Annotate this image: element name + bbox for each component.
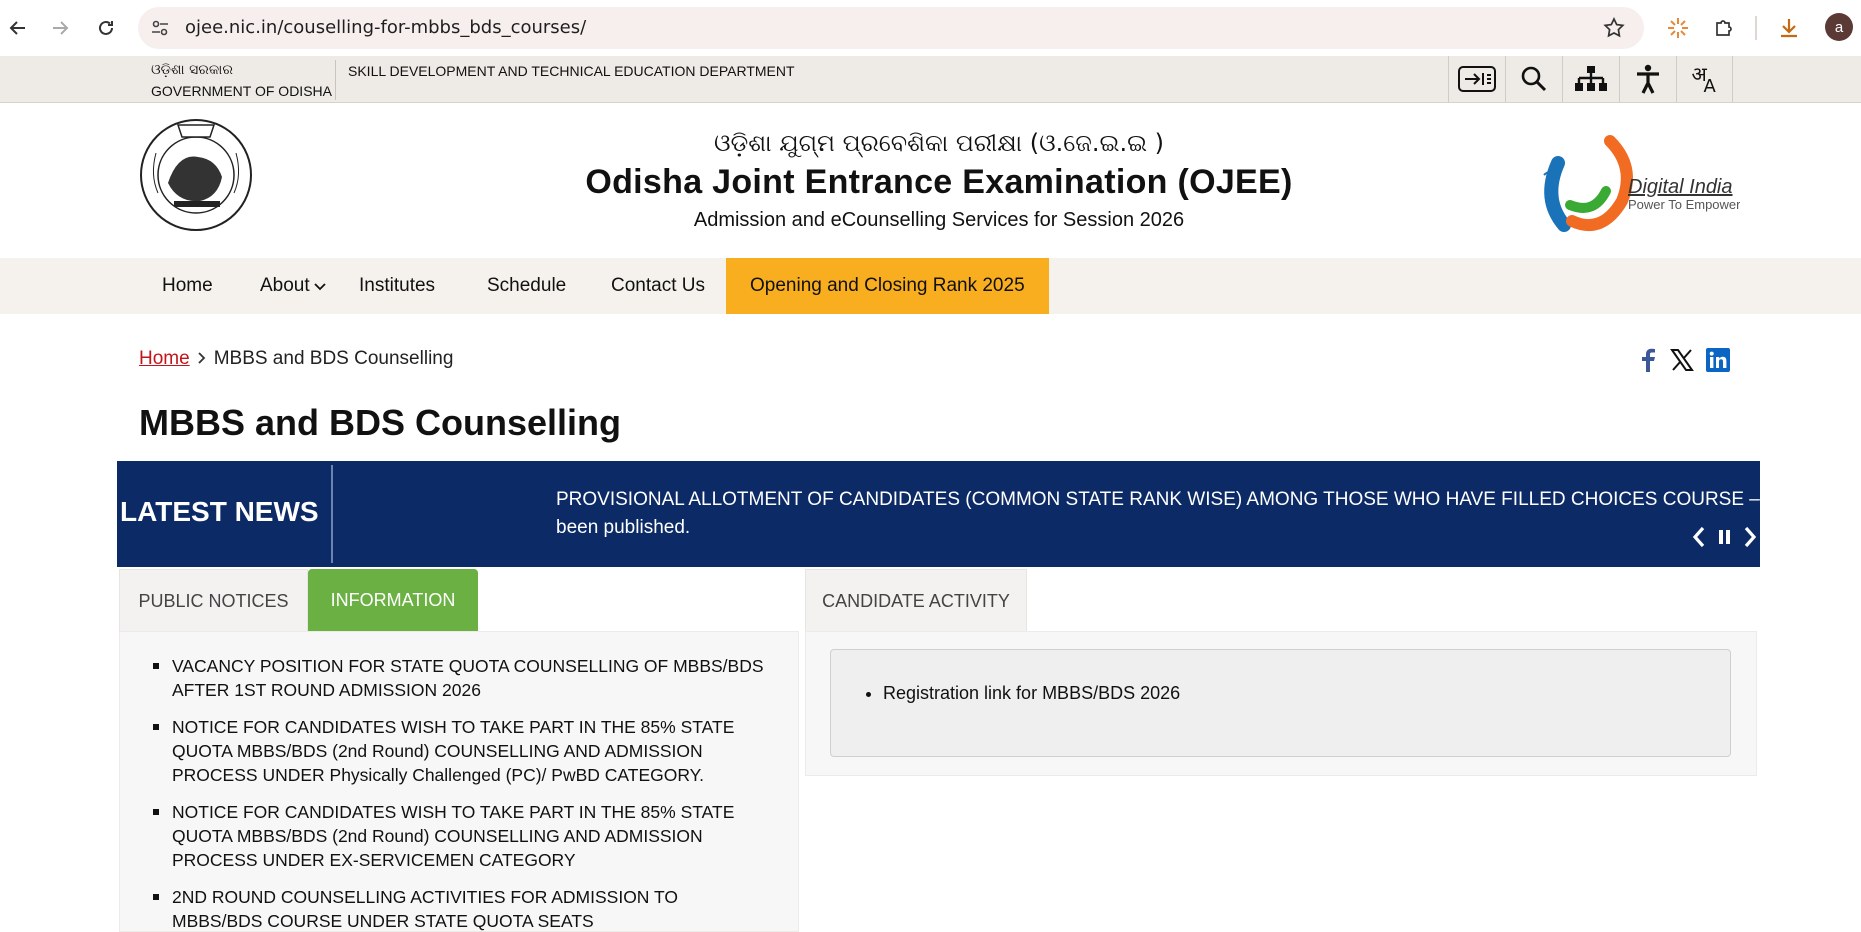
sitemap-button[interactable]: [1562, 56, 1619, 102]
government-odia-label: ଓଡ଼ିଶା ସରକାର: [151, 62, 233, 78]
nav-contact-us[interactable]: Contact Us: [611, 258, 705, 314]
back-button[interactable]: [4, 14, 32, 42]
extension-sun-icon[interactable]: [1664, 14, 1692, 42]
extensions-puzzle-icon[interactable]: [1710, 14, 1738, 42]
notice-link[interactable]: NOTICE FOR CANDIDATES WISH TO TAKE PART …: [120, 800, 800, 872]
news-pause-button[interactable]: [1714, 524, 1736, 550]
skip-content-icon: [1458, 66, 1496, 92]
accessibility-button[interactable]: [1619, 56, 1676, 102]
news-previous-button[interactable]: [1688, 524, 1710, 550]
linkedin-icon[interactable]: [1704, 346, 1732, 374]
breadcrumb: Home MBBS and BDS Counselling: [139, 348, 453, 370]
sitemap-icon: [1575, 66, 1607, 91]
chevron-right-icon: [1744, 526, 1757, 548]
language-icon: अ A: [1691, 62, 1716, 97]
facebook-icon[interactable]: [1634, 346, 1662, 374]
forward-button[interactable]: [46, 14, 74, 42]
nav-opening-closing-rank[interactable]: Opening and Closing Rank 2025: [726, 258, 1049, 314]
browser-toolbar: ojee.nic.in/couselling-for-mbbs_bds_cour…: [0, 0, 1861, 56]
toolbar-separator: [1755, 16, 1757, 40]
government-label[interactable]: GOVERNMENT OF ODISHA: [151, 83, 332, 99]
downloads-icon[interactable]: [1775, 14, 1803, 42]
tab-candidate-activity[interactable]: CANDIDATE ACTIVITY: [805, 569, 1027, 632]
nav-schedule[interactable]: Schedule: [487, 258, 566, 314]
government-bar: ଓଡ଼ିଶା ସରକାର GOVERNMENT OF ODISHA SKILL …: [0, 56, 1861, 103]
nav-home[interactable]: Home: [162, 258, 213, 314]
address-bar[interactable]: ojee.nic.in/couselling-for-mbbs_bds_cour…: [138, 7, 1644, 49]
news-next-button[interactable]: [1739, 524, 1761, 550]
chevron-right-icon: [198, 348, 206, 370]
search-icon: [1521, 66, 1547, 92]
latest-news-ticker: LATEST NEWS PROVISIONAL ALLOTMENT OF CAN…: [117, 461, 1792, 567]
reload-button[interactable]: [92, 14, 120, 42]
breadcrumb-home-link[interactable]: Home: [139, 348, 190, 369]
news-ticker-text[interactable]: PROVISIONAL ALLOTMENT OF CANDIDATES (COM…: [556, 486, 1792, 546]
svg-text:Power To Empower: Power To Empower: [1628, 197, 1740, 212]
x-twitter-icon[interactable]: [1668, 346, 1696, 374]
site-header: ଓଡ଼ିଶା ଯୁଗ୍ମ ପ୍ରବେଶିକା ପରୀକ୍ଷା (ଓ.ଜେ.ଇ.ଇ…: [0, 103, 1861, 258]
main-navigation: Home About Institutes Schedule Contact U…: [0, 258, 1861, 314]
breadcrumb-current: MBBS and BDS Counselling: [213, 348, 454, 369]
nav-about[interactable]: About: [260, 258, 326, 314]
page-title: MBBS and BDS Counselling: [139, 402, 622, 443]
latest-news-label: LATEST NEWS: [120, 496, 319, 527]
activity-box: Registration link for MBBS/BDS 2026: [830, 649, 1731, 757]
registration-link[interactable]: Registration link for MBBS/BDS 2026: [883, 683, 1180, 704]
divider: [335, 60, 336, 100]
candidate-activity-panel: Registration link for MBBS/BDS 2026: [805, 631, 1757, 776]
profile-avatar[interactable]: a: [1825, 13, 1853, 41]
information-panel: VACANCY POSITION FOR STATE QUOTA COUNSEL…: [119, 631, 799, 932]
chevron-down-icon: [314, 258, 326, 314]
activity-list: Registration link for MBBS/BDS 2026: [883, 683, 1180, 704]
nav-institutes[interactable]: Institutes: [359, 258, 435, 314]
tab-public-notices[interactable]: PUBLIC NOTICES: [119, 569, 308, 632]
department-label[interactable]: SKILL DEVELOPMENT AND TECHNICAL EDUCATIO…: [348, 63, 795, 79]
search-button[interactable]: [1505, 56, 1562, 102]
skip-to-content-button[interactable]: [1448, 56, 1505, 102]
bookmark-star-icon[interactable]: [1602, 16, 1626, 40]
news-divider: [331, 465, 333, 563]
svg-text:Digital India: Digital India: [1628, 176, 1733, 198]
notice-link[interactable]: 2ND ROUND COUNSELLING ACTIVITIES FOR ADM…: [120, 885, 800, 932]
url-text: ojee.nic.in/couselling-for-mbbs_bds_cour…: [185, 17, 587, 38]
language-button[interactable]: अ A: [1676, 56, 1733, 102]
notices-list: VACANCY POSITION FOR STATE QUOTA COUNSEL…: [120, 654, 800, 932]
accessibility-tools: अ A: [1448, 56, 1733, 102]
site-info-icon[interactable]: [150, 18, 170, 38]
tab-information[interactable]: INFORMATION: [308, 569, 478, 632]
digital-india-logo[interactable]: Digital India Power To Empower: [1526, 121, 1740, 241]
notice-link[interactable]: NOTICE FOR CANDIDATES WISH TO TAKE PART …: [120, 715, 800, 787]
pause-icon: [1719, 530, 1730, 544]
chevron-left-icon: [1692, 526, 1705, 548]
notices-tabs: PUBLIC NOTICES INFORMATION: [119, 569, 799, 632]
notice-link[interactable]: VACANCY POSITION FOR STATE QUOTA COUNSEL…: [120, 654, 800, 702]
accessibility-icon: [1637, 64, 1659, 94]
